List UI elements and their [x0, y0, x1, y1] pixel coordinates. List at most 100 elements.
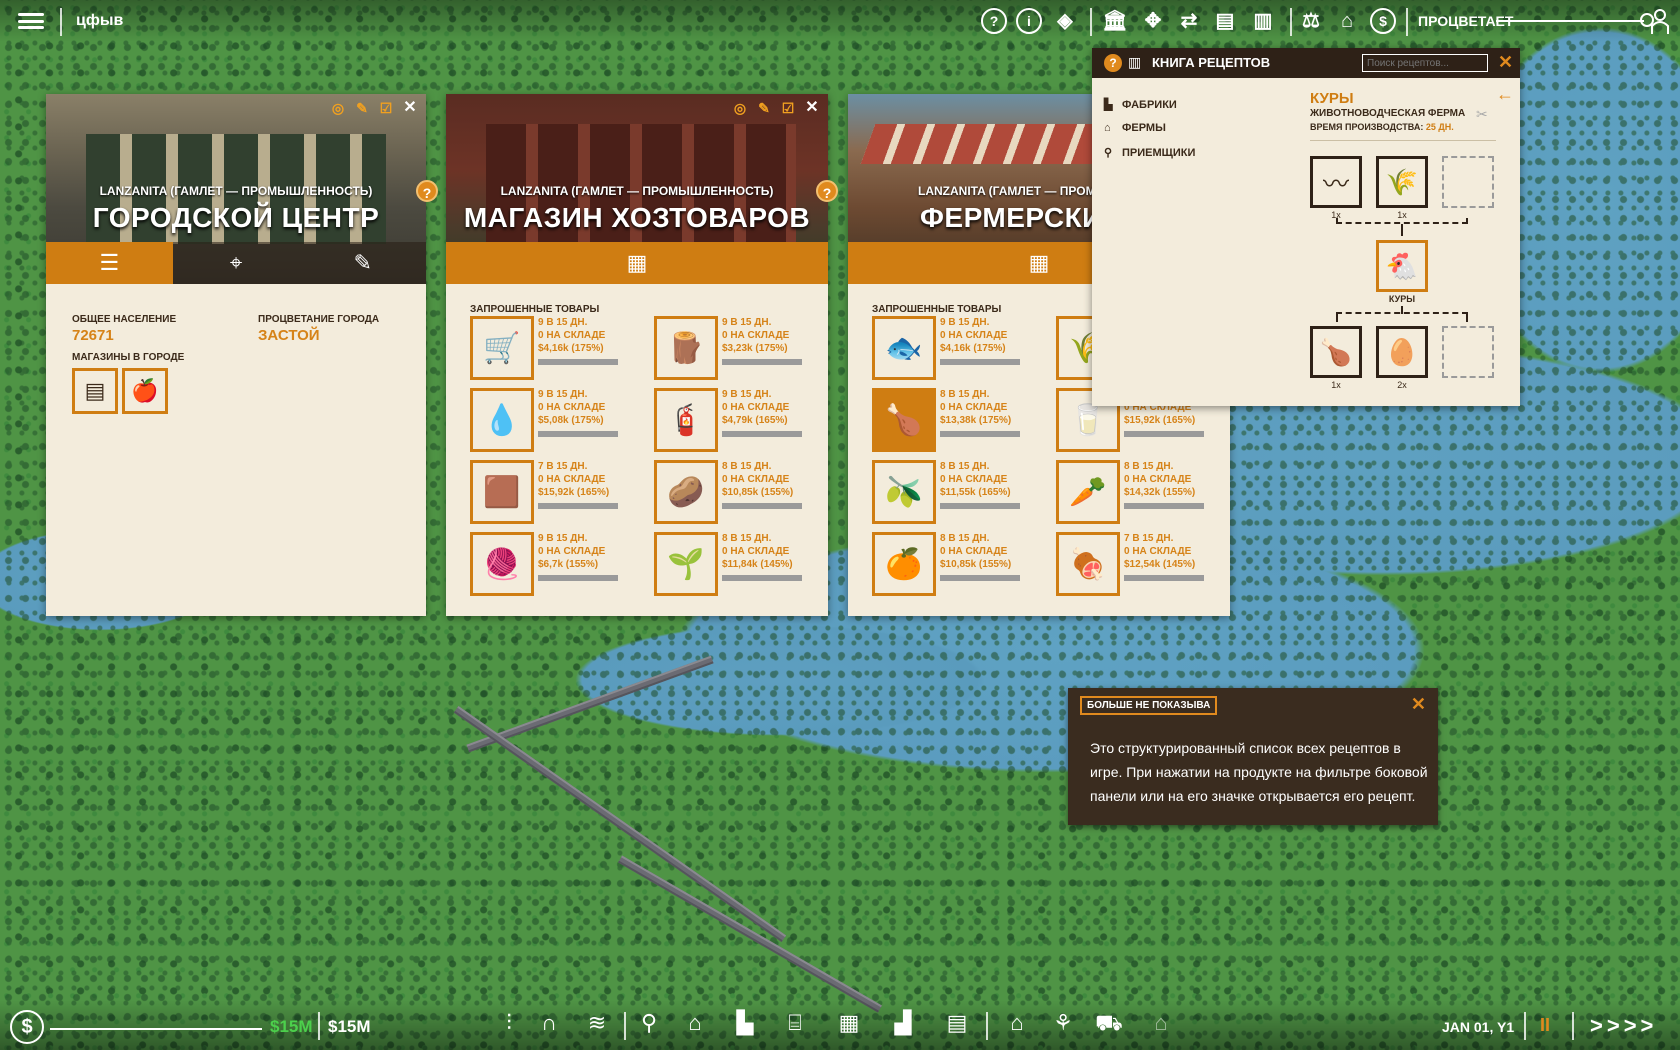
gas-canister-icon[interactable]: 🧯 — [654, 388, 718, 452]
grocery-shop-icon[interactable]: 🍎 — [122, 368, 168, 414]
hardware-shop-icon[interactable]: ▤ — [72, 368, 118, 414]
chicken-meat-icon[interactable]: 🍗 — [872, 388, 936, 452]
sidebar-item-factories[interactable]: ▙ ФАБРИКИ — [1104, 98, 1177, 111]
warehouse-icon[interactable]: ⌸ — [780, 1008, 810, 1038]
requested-good[interactable]: 🪵 9 В 15 ДН. 0 НА СКЛАДЕ $3,23k (175%) — [654, 316, 834, 382]
balance-icon[interactable]: ⚖ — [1298, 8, 1324, 34]
back-arrow-icon[interactable]: ← — [1496, 84, 1514, 105]
egg-icon[interactable]: 🥚 — [1376, 326, 1428, 378]
chicken-meat-icon[interactable]: 🍗 — [1310, 326, 1362, 378]
receiver-icon[interactable]: ⚲ — [634, 1008, 664, 1038]
close-icon[interactable]: ✕ — [804, 100, 820, 116]
book-icon[interactable]: ▥ — [1250, 8, 1276, 34]
pause-button[interactable]: II — [1540, 1015, 1550, 1036]
requested-good[interactable]: 🌱 8 В 15 ДН. 0 НА СКЛАДЕ $11,84k (145%) — [654, 532, 834, 598]
requested-good[interactable]: 🧶 9 В 15 ДН. 0 НА СКЛАДЕ $6,7k (155%) — [470, 532, 650, 598]
connector-line — [1336, 312, 1468, 322]
meat-icon[interactable]: 🍖 — [1056, 532, 1120, 596]
pin-icon[interactable]: ✎ — [354, 100, 370, 116]
help-icon[interactable]: ? — [981, 8, 1007, 34]
requested-good[interactable]: 🥔 8 В 15 ДН. 0 НА СКЛАДЕ $10,85k (155%) — [654, 460, 834, 526]
requested-good[interactable]: 🟫 7 В 15 ДН. 0 НА СКЛАДЕ $15,92k (165%) — [470, 460, 650, 526]
requested-good[interactable]: 🥕 8 В 15 ДН. 0 НА СКЛАДЕ $14,32k (155%) — [1056, 460, 1236, 526]
pin-icon[interactable]: ✎ — [756, 100, 772, 116]
bulldozer-icon[interactable]: ⛟ — [1094, 1008, 1124, 1038]
move-icon[interactable]: ✥ — [1140, 8, 1166, 34]
factory-icon[interactable]: ▙ — [730, 1008, 760, 1038]
water-icon[interactable]: 〰 — [1310, 156, 1362, 208]
leather-icon[interactable]: 🟫 — [470, 460, 534, 524]
bridge-icon[interactable]: ≋ — [582, 1008, 612, 1038]
depot-icon[interactable]: ▤ — [942, 1008, 972, 1038]
book-icon: ▥ — [1128, 54, 1142, 70]
transfer-icon[interactable]: ⇄ — [1176, 8, 1202, 34]
help-icon[interactable]: ? — [1104, 54, 1122, 72]
good-stat-line: 9 В 15 ДН. — [722, 317, 772, 328]
edit-icon[interactable]: ☑ — [378, 100, 394, 116]
close-icon[interactable]: ✕ — [1498, 52, 1513, 73]
road-icon[interactable]: ⫶ — [494, 1008, 524, 1038]
city-name[interactable]: цфыв — [76, 12, 123, 30]
olive-icon[interactable]: 🫒 — [872, 460, 936, 524]
good-stat-line: 9 В 15 ДН. — [538, 317, 588, 328]
dont-show-again-button[interactable]: БОЛЬШЕ НЕ ПОКАЗЫВА — [1080, 696, 1218, 715]
train-icon[interactable]: ▤ — [1212, 8, 1238, 34]
requested-good[interactable]: 🍗 8 В 15 ДН. 0 НА СКЛАДЕ $13,38k (175%) — [872, 388, 1052, 454]
requested-good[interactable]: 🍖 7 В 15 ДН. 0 НА СКЛАДЕ $12,54k (145%) — [1056, 532, 1236, 598]
good-stat-line: 0 НА СКЛАДЕ — [1124, 546, 1192, 557]
recipe-book-window: ? ▥ КНИГА РЕЦЕПТОВ ✕ ▙ ФАБРИКИ ⌂ ФЕРМЫ ⚲ ПР… — [1092, 48, 1520, 406]
good-stat-line: $13,38k (175%) — [940, 415, 1012, 426]
cotton-icon[interactable]: 🌱 — [654, 532, 718, 596]
tab-shop[interactable]: ▦ — [446, 242, 828, 284]
wood-log-icon[interactable]: 🪵 — [654, 316, 718, 380]
tunnel-icon[interactable]: ∩ — [534, 1008, 564, 1038]
requested-good[interactable]: 🍊 8 В 15 ДН. 0 НА СКЛАДЕ $10,85k (155%) — [872, 532, 1052, 598]
panel-subtitle: LANZANITA (ГАМЛЕТ — ПРОМЫШЛЕННОСТЬ) — [500, 184, 774, 198]
tab-list[interactable]: ☰ — [46, 242, 173, 284]
good-progress-bar — [940, 431, 1020, 437]
city-center-panel: ◎ ✎ ☑ ✕ LANZANITA (ГАМЛЕТ — ПРОМЫШЛЕННОС… — [46, 94, 426, 616]
oil-drop-icon[interactable]: 💧 — [470, 388, 534, 452]
requested-good[interactable]: 🐟 9 В 15 ДН. 0 НА СКЛАДЕ $4,16k (175%) — [872, 316, 1052, 382]
orange-icon[interactable]: 🍊 — [872, 532, 936, 596]
locate-icon[interactable]: ◎ — [330, 100, 346, 116]
help-icon[interactable]: ? — [416, 180, 438, 202]
tree-icon[interactable]: ⚘ — [1048, 1008, 1078, 1038]
requested-good[interactable]: 🛒 9 В 15 ДН. 0 НА СКЛАДЕ $4,16k (175%) — [470, 316, 650, 382]
chicken-icon[interactable]: 🐔 — [1376, 240, 1428, 292]
station-icon[interactable]: ▦ — [834, 1008, 864, 1038]
sidebar-item-farms[interactable]: ⌂ ФЕРМЫ — [1104, 122, 1166, 134]
requested-good[interactable]: 🫒 8 В 15 ДН. 0 НА СКЛАДЕ $11,55k (165%) — [872, 460, 1052, 526]
grain-icon[interactable]: 🌾 — [1376, 156, 1428, 208]
locate-icon[interactable]: ◎ — [732, 100, 748, 116]
speed-button[interactable]: >>>> — [1590, 1013, 1657, 1039]
industry-icon[interactable]: ▟ — [888, 1008, 918, 1038]
house-icon[interactable]: ⌂ — [1002, 1008, 1032, 1038]
recipe-search-input[interactable] — [1362, 54, 1488, 72]
potato-icon[interactable]: 🥔 — [654, 460, 718, 524]
factory-icon[interactable]: ⌂ — [1334, 8, 1360, 34]
coal-cart-icon[interactable]: 🛒 — [470, 316, 534, 380]
vegetables-icon[interactable]: 🥕 — [1056, 460, 1120, 524]
help-icon[interactable]: ? — [816, 180, 838, 202]
sidebar-item-receivers[interactable]: ⚲ ПРИЕМЩИКИ — [1104, 146, 1195, 159]
close-icon[interactable]: ✕ — [402, 100, 418, 116]
menu-icon[interactable] — [18, 10, 44, 32]
person-icon[interactable] — [1650, 8, 1670, 34]
edit-icon[interactable]: ☑ — [780, 100, 796, 116]
requested-good[interactable]: 💧 9 В 15 ДН. 0 НА СКЛАДЕ $5,08k (175%) — [470, 388, 650, 454]
dollar-icon[interactable]: $ — [10, 1010, 44, 1044]
tab-notes[interactable]: ✎ — [299, 242, 426, 284]
tab-map[interactable]: ⌖ — [172, 242, 300, 284]
yarn-ball-icon[interactable]: 🧶 — [470, 532, 534, 596]
layers-icon[interactable]: ◈ — [1052, 8, 1078, 34]
farm-icon[interactable]: ⌂ — [680, 1008, 710, 1038]
close-icon[interactable]: ✕ — [1411, 694, 1426, 715]
requested-good[interactable]: 🧯 9 В 15 ДН. 0 НА СКЛАДЕ $4,79k (165%) — [654, 388, 834, 454]
dollar-icon[interactable]: $ — [1370, 8, 1396, 34]
bank-icon[interactable]: 🏛 — [1102, 8, 1128, 34]
good-stats: 9 В 15 ДН. 0 НА СКЛАДЕ $5,08k (175%) — [538, 388, 605, 427]
fish-icon[interactable]: 🐟 — [872, 316, 936, 380]
info-icon[interactable]: i — [1016, 8, 1042, 34]
demolish-icon[interactable]: ⌂ — [1146, 1008, 1176, 1038]
